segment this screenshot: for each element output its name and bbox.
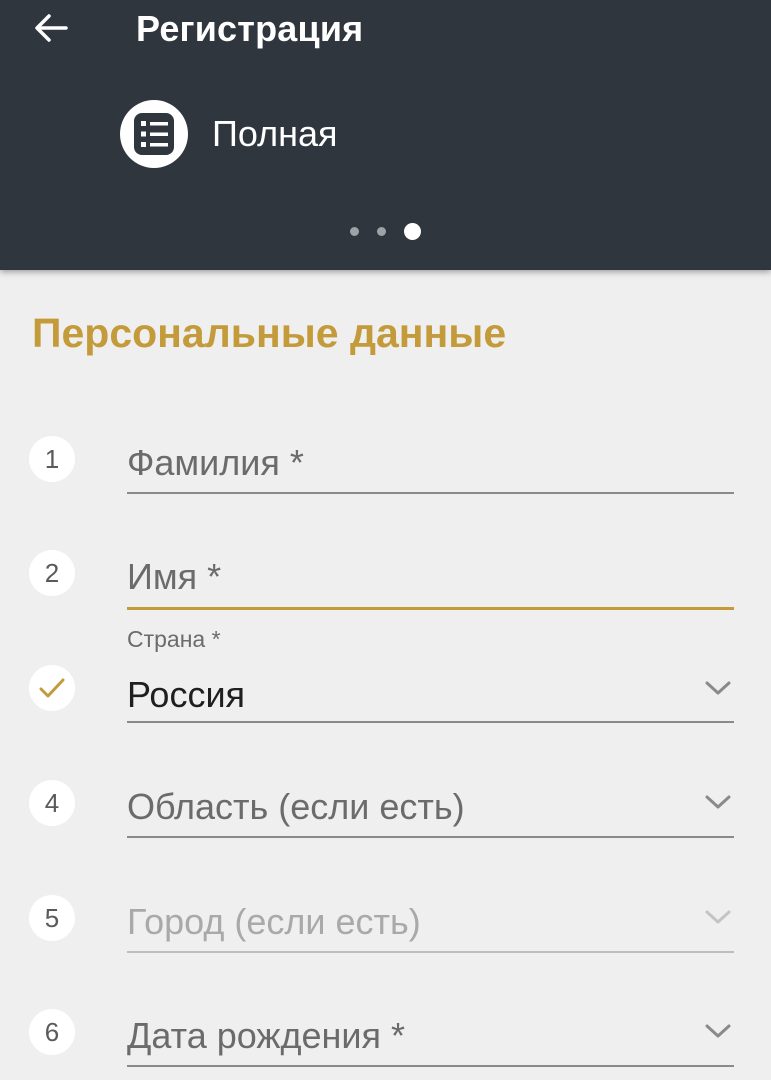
page-title: Регистрация (136, 8, 364, 49)
surname-field[interactable]: Фамилия * (127, 430, 734, 494)
birthdate-select[interactable]: Дата рождения * (127, 1003, 734, 1067)
page-dot (377, 226, 386, 236)
step-badge: 4 (29, 780, 75, 826)
country-caption: Страна * (127, 626, 221, 652)
name-placeholder: Имя * (127, 556, 222, 597)
chevron-down-icon (705, 1024, 731, 1038)
region-placeholder: Область (если есть) (127, 786, 465, 827)
step-badge: 6 (29, 1009, 75, 1055)
arrow-left-icon (35, 14, 68, 42)
name-field[interactable]: Имя * (127, 545, 734, 610)
app-header: Регистрация Полная (0, 0, 771, 270)
registration-type[interactable]: Полная (120, 100, 338, 168)
city-placeholder: Город (если есть) (127, 901, 421, 942)
list-icon (120, 100, 188, 168)
country-value: Россия (127, 674, 246, 715)
step-badge: 2 (29, 550, 75, 596)
page-dot (350, 226, 359, 236)
city-select: Город (если есть) (127, 889, 734, 953)
back-button[interactable] (26, 6, 76, 50)
chevron-down-icon (705, 681, 731, 695)
checkmark-icon (39, 678, 65, 698)
page-dot-active (404, 222, 421, 240)
step-badge-completed (29, 665, 75, 711)
country-select[interactable]: Россия (127, 660, 734, 723)
surname-placeholder: Фамилия * (127, 442, 304, 483)
page-indicator (0, 222, 771, 240)
registration-type-label: Полная (212, 113, 338, 154)
region-select[interactable]: Область (если есть) (127, 774, 734, 838)
step-badge: 1 (29, 436, 75, 482)
chevron-down-icon (705, 910, 731, 924)
section-title: Персональные данные (32, 310, 507, 356)
birthdate-placeholder: Дата рождения * (127, 1015, 405, 1056)
chevron-down-icon (705, 795, 731, 809)
step-badge: 5 (29, 895, 75, 941)
